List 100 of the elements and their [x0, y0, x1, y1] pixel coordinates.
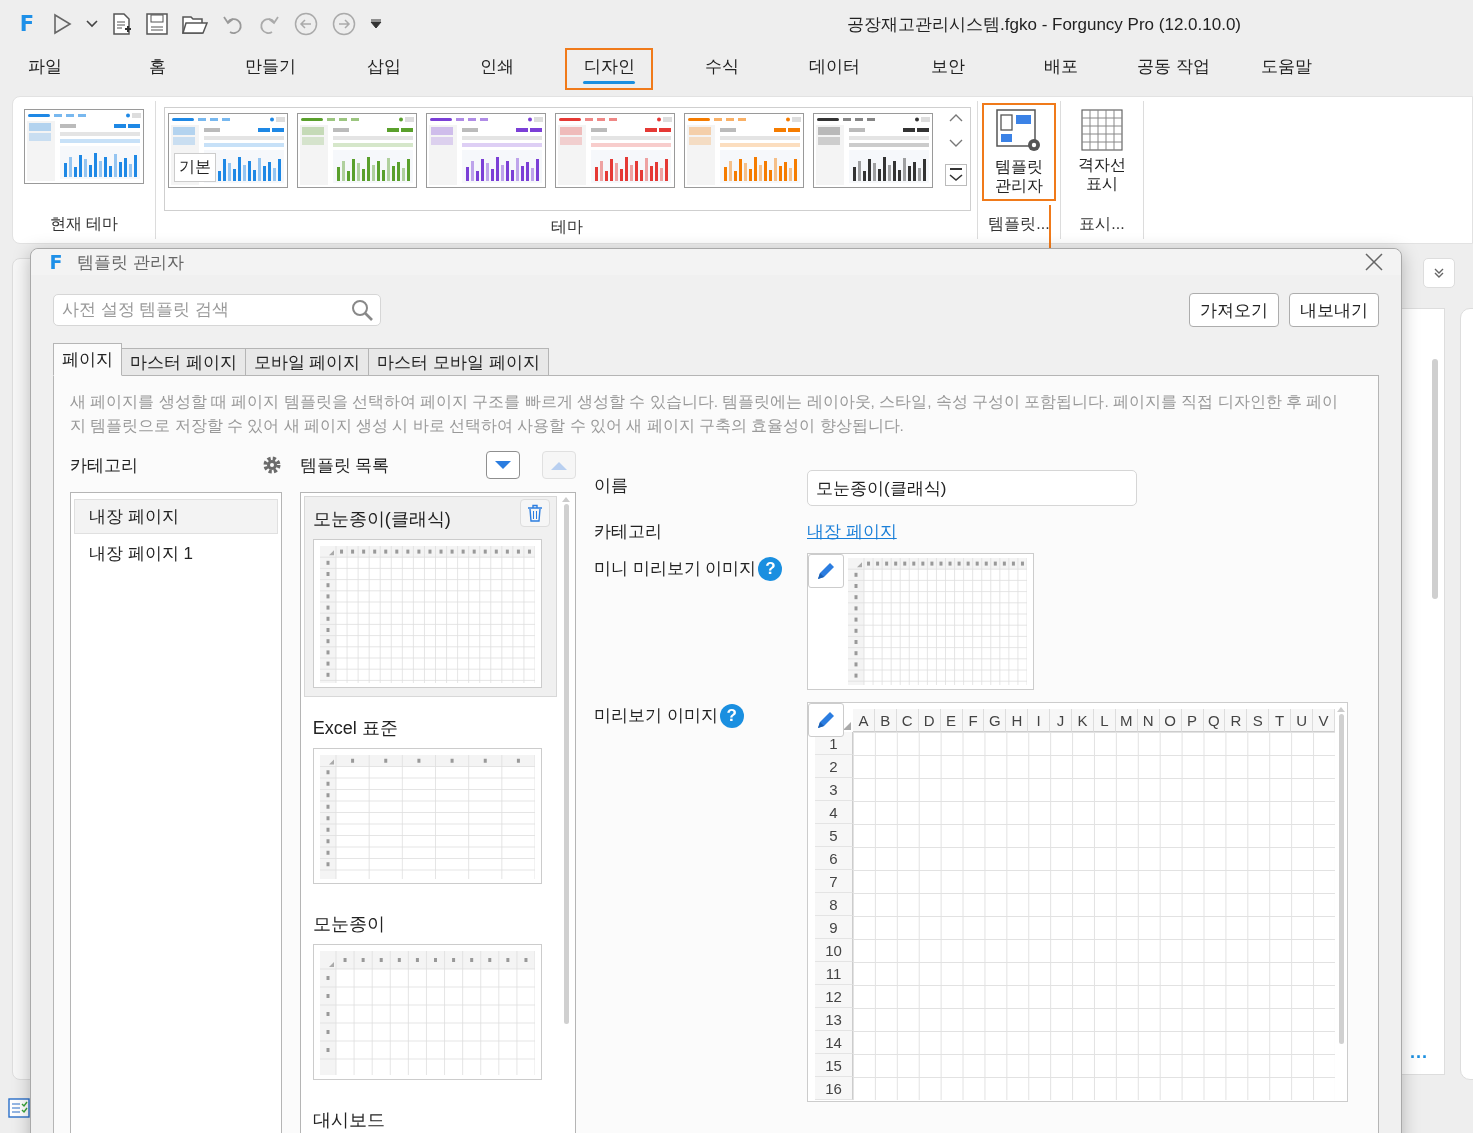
row-header: 10	[815, 939, 853, 962]
dropdown-icon[interactable]	[370, 19, 382, 29]
theme-thumbnail[interactable]	[812, 113, 933, 188]
template-name: 모눈종이	[312, 913, 385, 936]
column-header: Q	[1203, 709, 1226, 732]
column-header: R	[1225, 709, 1248, 732]
column-header: O	[1159, 709, 1182, 732]
theme-thumbnail[interactable]	[296, 113, 417, 188]
row-header: 11	[815, 962, 853, 985]
menu-tab[interactable]: 파일	[0, 48, 101, 90]
column-header: A	[853, 709, 875, 732]
move-down-button[interactable]	[486, 451, 520, 479]
column-header: G	[984, 709, 1007, 732]
category-item[interactable]: 내장 페이지	[74, 499, 278, 534]
triangle-down-icon	[495, 460, 511, 470]
checklist-icon	[8, 1098, 30, 1118]
template-item[interactable]: Excel 표준	[303, 705, 557, 893]
row-header: 12	[815, 985, 853, 1008]
app-logo: F	[48, 251, 64, 273]
column-header: B	[874, 709, 897, 732]
open-folder-icon[interactable]	[182, 13, 208, 35]
chevron-down-icon[interactable]	[86, 20, 98, 28]
column-header: F	[962, 709, 985, 732]
column-header: J	[1050, 709, 1073, 732]
field-label: 이름	[594, 475, 629, 497]
collapse-button[interactable]	[1423, 258, 1455, 288]
search-icon	[351, 299, 373, 321]
column-header: H	[1006, 709, 1029, 732]
edit-image-button[interactable]	[808, 554, 844, 588]
column-header: T	[1269, 709, 1292, 732]
tab[interactable]: 페이지	[53, 343, 122, 376]
row-header: 5	[815, 824, 853, 847]
template-name: Excel 표준	[312, 717, 398, 740]
scroll-down-icon[interactable]	[948, 138, 963, 148]
theme-thumbnail[interactable]	[425, 113, 546, 188]
field-label: 카테고리	[594, 521, 663, 543]
template-item[interactable]: 모눈종이(클래식)	[303, 496, 557, 697]
menu-tab[interactable]: 디자인	[565, 48, 653, 90]
column-header: S	[1247, 709, 1270, 732]
search-field[interactable]: 사전 설정 템플릿 검색	[53, 294, 381, 326]
row-header: 14	[815, 1031, 853, 1054]
tooltip: 기본	[173, 153, 216, 182]
column-header: U	[1291, 709, 1314, 732]
settings-icon[interactable]	[261, 455, 282, 475]
template-name: 모눈종이(클래식)	[312, 508, 451, 531]
field-label: 미니 미리보기 이미지	[594, 558, 757, 580]
row-header: 6	[815, 847, 853, 870]
window-title: 공장재고관리시스템.fgko - Forguncy Pro (12.0.10.0)	[847, 13, 1241, 36]
column-header: N	[1137, 709, 1160, 732]
dialog-button[interactable]: 가져오기	[1189, 293, 1279, 327]
column-title: 카테고리	[70, 454, 138, 477]
row-header: 15	[815, 1054, 853, 1077]
column-header: V	[1313, 709, 1335, 732]
scrollbar[interactable]	[1432, 359, 1438, 599]
menu-tab[interactable]: 공동 작업	[1117, 48, 1230, 90]
dialog-button[interactable]: 내보내기	[1289, 293, 1379, 327]
corner-triangle-icon	[843, 722, 851, 730]
ribbon-button[interactable]: 템플릿 관리자	[982, 103, 1056, 202]
tab[interactable]: 마스터 모바일 페이지	[368, 348, 549, 376]
tab[interactable]: 모바일 페이지	[244, 348, 370, 376]
scrollbar[interactable]	[1338, 714, 1344, 1044]
scroll-up-icon	[562, 497, 570, 502]
menu-tab[interactable]: 배포	[1004, 48, 1117, 90]
description-text: 새 페이지를 생성할 때 페이지 템플릿을 선택하여 페이지 구조를 빠르게 생성할 수 있습니다. 템플릿에는 레이아웃, 스타일, 속성 구성이 포함됩니다. 페이지를 직접 디자인한 후 페이지 템플릿으로 저장할 수 있어 새 페이지 생성 시 바로 선택하여 사용할 수 있어 새 페이지 구축의 효율성이 향상됩니다.	[70, 392, 1340, 436]
new-document-icon[interactable]	[112, 13, 132, 35]
theme-thumbnail[interactable]	[24, 109, 144, 184]
column-header: M	[1115, 709, 1138, 732]
name-field[interactable]: 모눈종이(클래식)	[807, 470, 1137, 506]
triangle-up-icon	[551, 460, 567, 470]
scroll-up-icon[interactable]	[948, 113, 963, 122]
category-link[interactable]: 내장 페이지	[807, 516, 897, 543]
theme-thumbnail[interactable]	[554, 113, 675, 188]
expand-gallery-icon[interactable]	[944, 164, 967, 186]
column-header: C	[896, 709, 919, 732]
template-item[interactable]: 모눈종이	[303, 901, 557, 1089]
menu-tab[interactable]: 인쇄	[440, 48, 553, 90]
scrollbar[interactable]	[563, 504, 569, 1024]
delete-button[interactable]	[520, 499, 550, 527]
menu-tab[interactable]: 삽입	[327, 48, 440, 90]
column-header: P	[1181, 709, 1204, 732]
menu-tab[interactable]: 데이터	[778, 48, 891, 90]
group-label: 템플릿...	[988, 214, 1050, 234]
close-icon	[1365, 253, 1383, 271]
menu-tab[interactable]: 보안	[891, 48, 1004, 90]
menu-tab[interactable]: 만들기	[214, 48, 327, 90]
theme-thumbnail[interactable]	[683, 113, 804, 188]
group-label: 현재 테마	[49, 214, 119, 234]
row-header: 2	[815, 755, 853, 778]
tab[interactable]: 마스터 페이지	[121, 348, 246, 376]
menu-tab[interactable]: 수식	[665, 48, 778, 90]
row-header: 13	[815, 1008, 853, 1031]
save-icon[interactable]	[146, 13, 168, 35]
group-label: 표시...	[1079, 214, 1125, 234]
menu-tab[interactable]: 도움말	[1230, 48, 1343, 90]
edit-image-button[interactable]	[808, 703, 844, 737]
template-name: 대시보드	[312, 1109, 385, 1132]
play-icon[interactable]	[52, 13, 72, 35]
menu-tab[interactable]: 홈	[101, 48, 214, 90]
template-item[interactable]: 대시보드	[303, 1097, 557, 1133]
scroll-up-icon	[1337, 707, 1345, 712]
